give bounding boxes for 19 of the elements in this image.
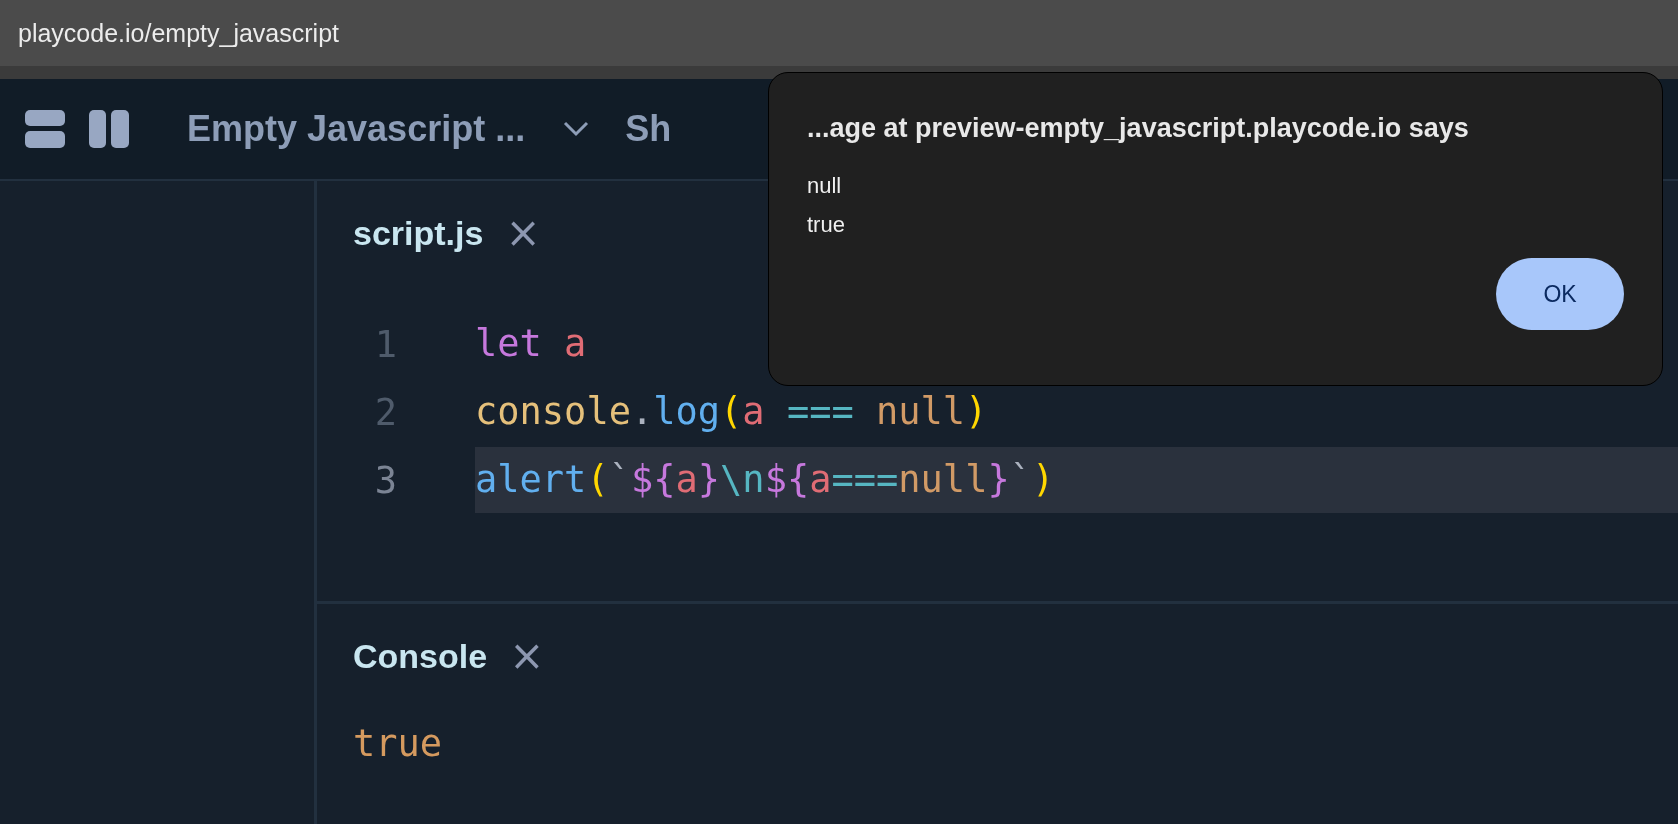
ok-button[interactable]: OK	[1496, 258, 1624, 330]
horizontal-layout-icon[interactable]	[24, 108, 66, 150]
project-title[interactable]: Empty Javascript ...	[187, 108, 526, 150]
code-line: let a	[475, 322, 587, 366]
line-number: 3	[373, 458, 397, 502]
chevron-down-icon[interactable]	[563, 121, 590, 137]
file-tab[interactable]: script.js	[353, 213, 484, 253]
dialog-message: true	[807, 211, 846, 239]
url-text: playcode.io/empty_javascript	[18, 18, 339, 48]
code-line: console.log(a === null)	[475, 390, 988, 434]
vertical-layout-icon[interactable]	[88, 108, 130, 150]
console-tab[interactable]: Console	[353, 636, 488, 676]
dialog-message: null	[807, 172, 843, 200]
dialog-title: ...age at preview-empty_javascript.playcode.io says	[807, 113, 1470, 144]
line-number: 2	[373, 390, 397, 434]
address-bar[interactable]: playcode.io/empty_javascript	[0, 0, 1678, 79]
toolbar-item[interactable]: Sh	[625, 108, 672, 150]
console-output: true	[352, 722, 444, 765]
line-number: 1	[373, 322, 397, 366]
